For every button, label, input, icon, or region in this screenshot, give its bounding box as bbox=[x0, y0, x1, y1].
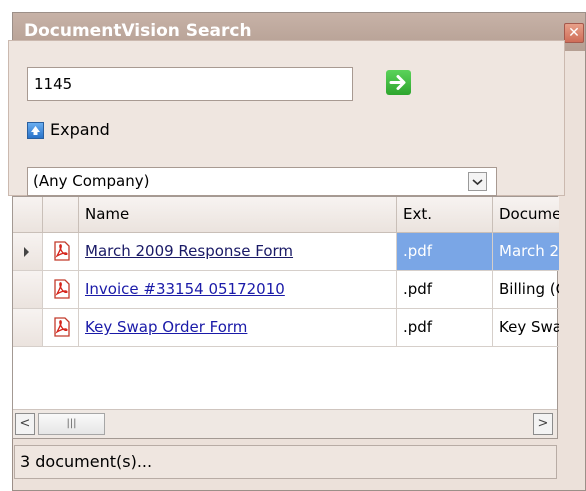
document-ext: .pdf bbox=[397, 233, 493, 271]
document-name-link[interactable]: Key Swap Order Form bbox=[79, 309, 397, 347]
row-header-corner bbox=[13, 197, 43, 233]
column-header-document[interactable]: Docume bbox=[493, 197, 559, 233]
scroll-left-icon[interactable]: < bbox=[15, 413, 35, 435]
company-selected-value: (Any Company) bbox=[33, 172, 150, 190]
document-description: March 2 bbox=[493, 233, 559, 271]
horizontal-scrollbar[interactable]: < ||| > bbox=[13, 409, 557, 438]
table-row[interactable]: March 2009 Response Form .pdf March 2 bbox=[13, 233, 559, 271]
expand-label[interactable]: Expand bbox=[50, 120, 110, 139]
column-header-ext[interactable]: Ext. bbox=[397, 197, 493, 233]
status-bar: 3 document(s)... bbox=[14, 445, 557, 479]
document-description: Billing (C bbox=[493, 271, 559, 309]
document-ext: .pdf bbox=[397, 271, 493, 309]
close-icon[interactable]: ✕ bbox=[564, 23, 584, 43]
expand-up-icon[interactable] bbox=[27, 122, 44, 139]
row-header[interactable] bbox=[13, 271, 43, 309]
scroll-right-icon[interactable]: > bbox=[533, 413, 553, 435]
document-name-link[interactable]: March 2009 Response Form bbox=[79, 233, 397, 271]
pdf-icon bbox=[43, 271, 79, 309]
pdf-icon bbox=[43, 233, 79, 271]
scrollbar-thumb[interactable]: ||| bbox=[38, 413, 105, 435]
company-select[interactable]: (Any Company) bbox=[27, 167, 497, 196]
status-text: 3 document(s)... bbox=[20, 452, 153, 471]
icon-column-header bbox=[43, 197, 79, 233]
row-header[interactable] bbox=[13, 309, 43, 347]
document-name-link[interactable]: Invoice #33154 05172010 bbox=[79, 271, 397, 309]
green-arrow-right-icon[interactable] bbox=[386, 70, 411, 95]
current-row-indicator-icon bbox=[24, 247, 29, 257]
document-description: Key Swa bbox=[493, 309, 559, 347]
window-title: DocumentVision Search bbox=[24, 21, 252, 41]
pdf-icon bbox=[43, 309, 79, 347]
row-header[interactable] bbox=[13, 233, 43, 271]
results-grid: Name Ext. Docume March 2009 Response For… bbox=[12, 196, 559, 439]
document-ext: .pdf bbox=[397, 309, 493, 347]
chevron-down-icon[interactable] bbox=[468, 172, 487, 191]
table-row[interactable]: Key Swap Order Form .pdf Key Swa bbox=[13, 309, 559, 347]
column-header-name[interactable]: Name bbox=[79, 197, 397, 233]
table-row[interactable]: Invoice #33154 05172010 .pdf Billing (C bbox=[13, 271, 559, 309]
search-input[interactable] bbox=[27, 67, 353, 101]
